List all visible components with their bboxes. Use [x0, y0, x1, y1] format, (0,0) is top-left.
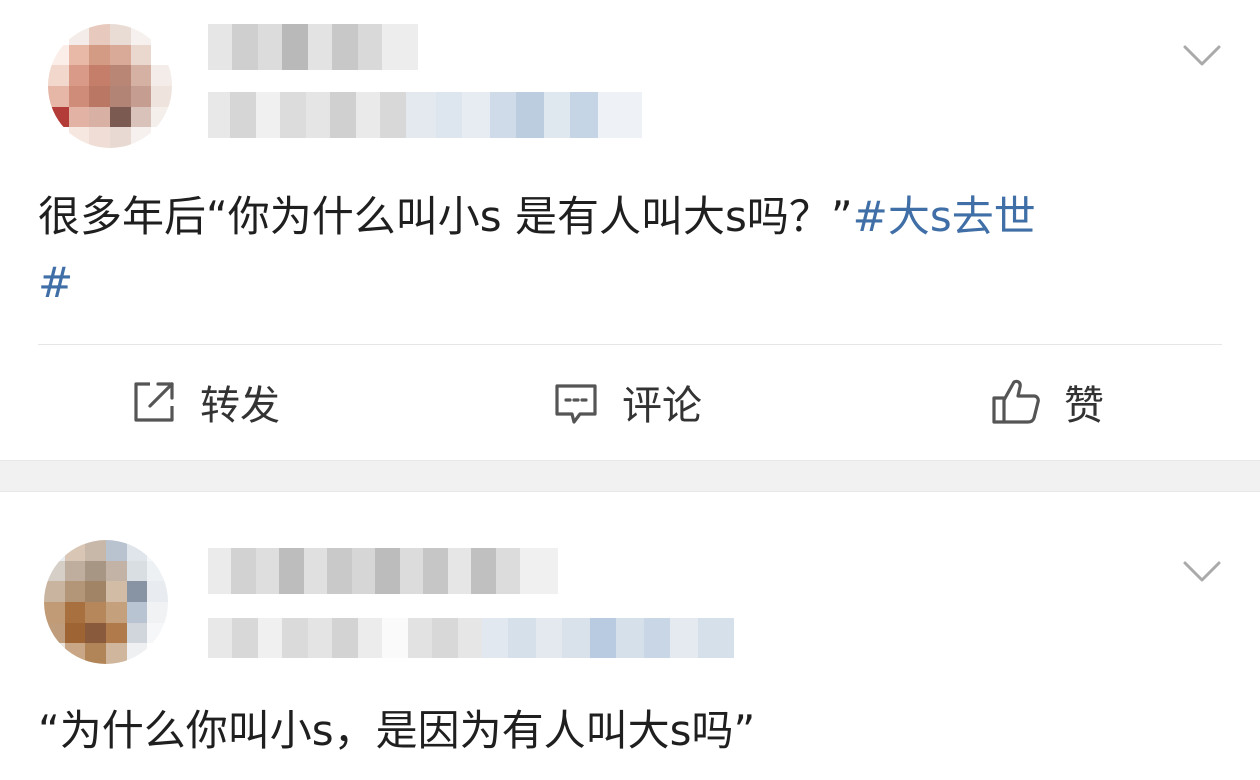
post-text: “为什么你叫小s，是因为有人叫大s吗”	[38, 698, 755, 764]
post-body: “为什么你叫小s，是因为有人叫大s吗”	[38, 706, 756, 755]
like-button[interactable]: 赞	[990, 372, 1104, 432]
section-separator	[0, 460, 1260, 492]
user-avatar[interactable]	[44, 540, 168, 664]
post-card-1: 很多年后“你为什么叫小s 是有人叫大s吗？”#大s去世 # 转发 评论 赞	[0, 0, 1260, 460]
post-text: 很多年后“你为什么叫小s 是有人叫大s吗？”#大s去世	[38, 184, 1036, 250]
comment-button[interactable]: 评论	[552, 372, 702, 432]
comment-label: 评论	[622, 383, 702, 429]
user-avatar[interactable]	[48, 24, 172, 148]
topic-link[interactable]: #大s去世	[853, 192, 1036, 241]
comment-icon	[555, 384, 597, 424]
username-redacted[interactable]	[208, 24, 418, 70]
topic-link-end[interactable]: #	[38, 258, 73, 307]
repost-label: 转发	[200, 383, 280, 429]
post-meta-redacted	[208, 618, 740, 658]
chevron-down-icon[interactable]	[1182, 44, 1222, 68]
divider	[38, 344, 1222, 345]
repost-button[interactable]: 转发	[130, 372, 280, 432]
post-body: 很多年后“你为什么叫小s 是有人叫大s吗？”	[38, 192, 853, 241]
post-text-line2: #	[38, 250, 73, 316]
post-card-2: “为什么你叫小s，是因为有人叫大s吗”	[0, 492, 1260, 780]
chevron-down-icon[interactable]	[1182, 560, 1222, 584]
post-meta-redacted	[208, 92, 648, 138]
repost-icon	[134, 382, 174, 422]
like-label: 赞	[1064, 383, 1104, 429]
thumbs-up-icon	[992, 379, 1040, 424]
username-redacted[interactable]	[208, 548, 559, 594]
